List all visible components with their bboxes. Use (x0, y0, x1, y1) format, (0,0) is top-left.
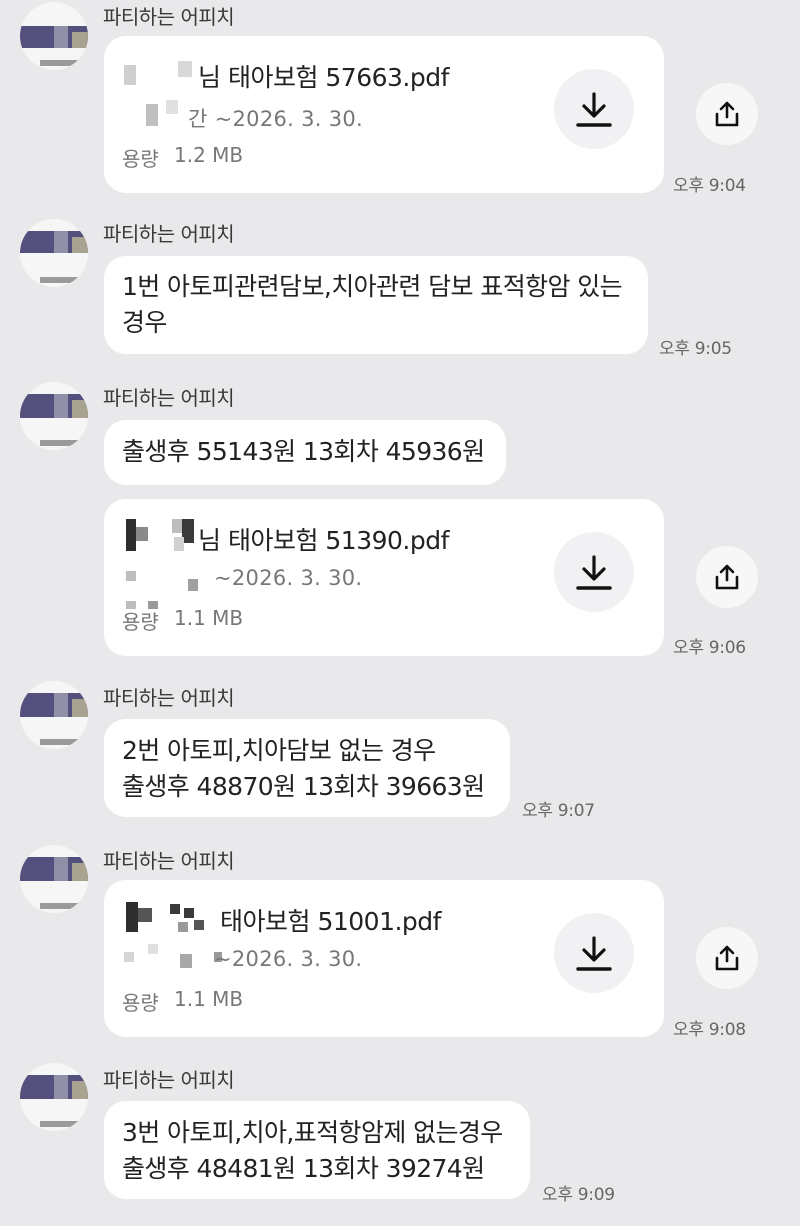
download-icon (576, 555, 612, 590)
download-button[interactable] (554, 532, 634, 612)
redacted-mosaic (124, 517, 204, 557)
timestamp: 오후 9:08 (673, 1020, 746, 1040)
text-message[interactable]: 2번 아토피,치아담보 없는 경우 출생후 48870원 13회차 39663원 (104, 719, 510, 817)
file-size-label: 용량 (122, 991, 159, 1015)
file-size: 1.1 MB (174, 606, 244, 630)
sender-name: 파티하는 어피치 (103, 1068, 235, 1092)
file-period: ~2026. 3. 30. (214, 107, 364, 131)
file-size: 1.2 MB (174, 143, 244, 167)
sender-name: 파티하는 어피치 (103, 686, 235, 710)
file-size-label: 용량 (122, 147, 159, 171)
download-button[interactable] (554, 913, 634, 993)
redacted-mosaic (126, 902, 216, 938)
download-icon (576, 936, 612, 971)
file-validity-period: 간 ~2026. 3. 30. (188, 103, 363, 133)
share-button[interactable] (696, 927, 758, 989)
sender-name: 파티하는 어피치 (103, 5, 235, 29)
download-icon (576, 92, 612, 127)
timestamp: 오후 9:04 (673, 176, 746, 196)
file-message[interactable]: 님 태아보험 57663.pdf 간 ~2026. 3. 30. 용량 1.2 … (104, 36, 664, 193)
redacted-mosaic (122, 61, 194, 91)
avatar[interactable] (20, 845, 88, 913)
avatar[interactable] (20, 681, 88, 749)
message-line: 출생후 55143원 13회차 45936원 (122, 437, 485, 466)
avatar[interactable] (20, 2, 88, 70)
message-line: 3번 아토피,치아,표적항암제 없는경우 (122, 1118, 503, 1147)
file-name: 님 태아보험 57663.pdf (198, 63, 449, 92)
file-period-prefix: 간 (188, 107, 208, 131)
timestamp: 오후 9:07 (522, 801, 595, 821)
text-message[interactable]: 1번 아토피관련담보,치아관련 담보 표적항암 있는 경우 (104, 256, 648, 354)
file-message[interactable]: 태아보험 51001.pdf ~2026. 3. 30. 용량 1.1 MB (104, 880, 664, 1037)
redacted-mosaic (122, 565, 212, 595)
message-line: 2번 아토피,치아담보 없는 경우 (122, 736, 436, 765)
file-name: 님 태아보험 51390.pdf (198, 526, 449, 555)
timestamp: 오후 9:09 (542, 1185, 615, 1205)
file-size: 1.1 MB (174, 987, 244, 1011)
share-icon (715, 564, 739, 590)
file-period: ~2026. 3. 30. (214, 947, 363, 971)
file-period: ~2026. 3. 30. (214, 566, 363, 590)
timestamp: 오후 9:05 (659, 339, 732, 359)
download-button[interactable] (554, 69, 634, 149)
message-line: 경우 (122, 308, 167, 337)
file-name: 태아보험 51001.pdf (220, 907, 441, 936)
avatar[interactable] (20, 1063, 88, 1131)
timestamp: 오후 9:06 (673, 638, 746, 658)
share-icon (715, 101, 739, 127)
text-message[interactable]: 출생후 55143원 13회차 45936원 (104, 420, 506, 485)
sender-name: 파티하는 어피치 (103, 386, 235, 410)
file-size-label: 용량 (122, 610, 159, 634)
avatar[interactable] (20, 382, 88, 450)
share-button[interactable] (696, 83, 758, 145)
avatar[interactable] (20, 219, 88, 287)
file-message[interactable]: 님 태아보험 51390.pdf ~2026. 3. 30. 용량 1.1 MB (104, 499, 664, 656)
message-line: 출생후 48481원 13회차 39274원 (122, 1154, 485, 1183)
share-icon (715, 945, 739, 971)
redacted-mosaic (124, 942, 224, 972)
text-message[interactable]: 3번 아토피,치아,표적항암제 없는경우 출생후 48481원 13회차 392… (104, 1101, 530, 1199)
message-line: 출생후 48870원 13회차 39663원 (122, 772, 485, 801)
share-button[interactable] (696, 546, 758, 608)
sender-name: 파티하는 어피치 (103, 222, 235, 246)
message-line: 1번 아토피관련담보,치아관련 담보 표적항암 있는 (122, 272, 623, 301)
sender-name: 파티하는 어피치 (103, 849, 235, 873)
